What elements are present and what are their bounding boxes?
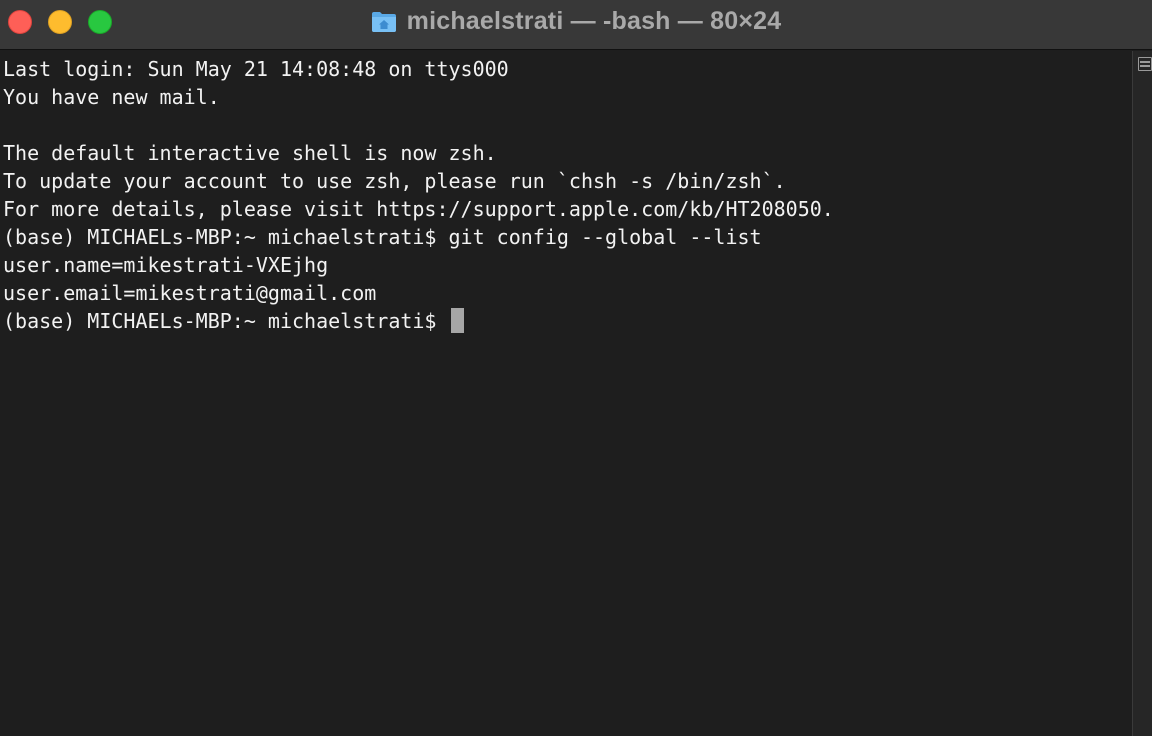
terminal-line: You have new mail. [3,85,220,109]
shell-prompt: (base) MICHAELs-MBP:~ michaelstrati$ [3,309,449,333]
home-folder-icon [371,9,397,33]
window-title-group: michaelstrati — -bash — 80×24 [0,0,1152,42]
terminal-line: Last login: Sun May 21 14:08:48 on ttys0… [3,57,509,81]
scrollbar[interactable] [1132,51,1152,736]
terminal-window: michaelstrati — -bash — 80×24 Last login… [0,0,1152,736]
terminal-line: user.name=mikestrati-VXEjhg [3,253,329,277]
terminal-line: The default interactive shell is now zsh… [3,141,497,165]
terminal-line: For more details, please visit https://s… [3,197,834,221]
terminal-line: To update your account to use zsh, pleas… [3,169,786,193]
title-bar[interactable]: michaelstrati — -bash — 80×24 [0,0,1152,50]
prompt-line[interactable]: (base) MICHAELs-MBP:~ michaelstrati$ [3,307,1132,335]
terminal-line: user.email=mikestrati@gmail.com [3,281,377,305]
split-pane-icon[interactable] [1138,57,1152,71]
window-title: michaelstrati — -bash — 80×24 [406,6,782,35]
terminal-output[interactable]: Last login: Sun May 21 14:08:48 on ttys0… [0,51,1132,736]
terminal-line: (base) MICHAELs-MBP:~ michaelstrati$ git… [3,225,762,249]
text-cursor [450,308,464,333]
